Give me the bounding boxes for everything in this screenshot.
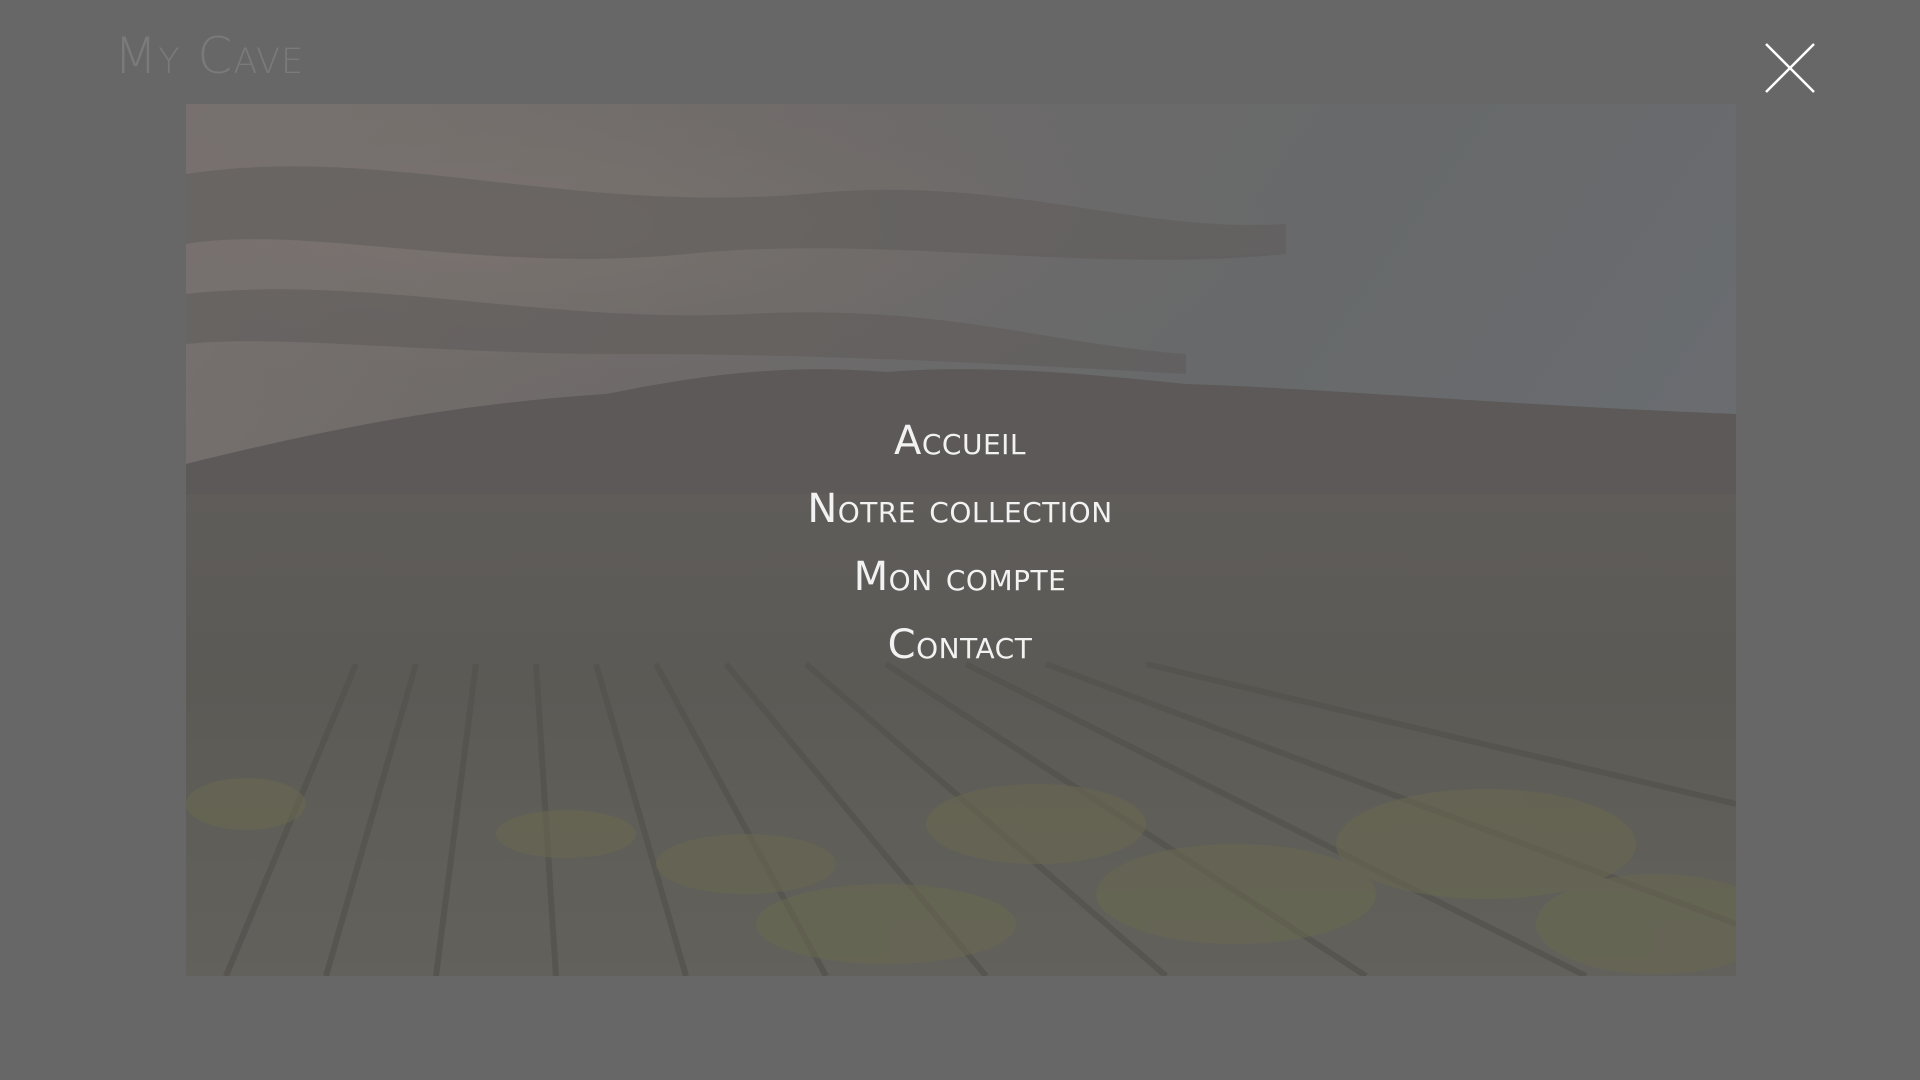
nav-link-accueil[interactable]: Accueil xyxy=(894,407,1026,475)
nav-link-contact[interactable]: Contact xyxy=(888,611,1033,679)
nav-link-collection[interactable]: Notre collection xyxy=(807,475,1112,543)
nav-item-account: Mon compte xyxy=(0,543,1920,611)
nav-item-contact: Contact xyxy=(0,611,1920,679)
menu-overlay: My Cave Accueil Notre collection Mon com… xyxy=(0,0,1920,1080)
close-icon xyxy=(1765,43,1815,93)
nav-item-accueil: Accueil xyxy=(0,407,1920,475)
nav-item-collection: Notre collection xyxy=(0,475,1920,543)
site-logo[interactable]: My Cave xyxy=(114,26,304,86)
nav-link-account[interactable]: Mon compte xyxy=(854,543,1067,611)
close-menu-button[interactable] xyxy=(1762,40,1818,96)
main-navigation: Accueil Notre collection Mon compte Cont… xyxy=(0,407,1920,679)
